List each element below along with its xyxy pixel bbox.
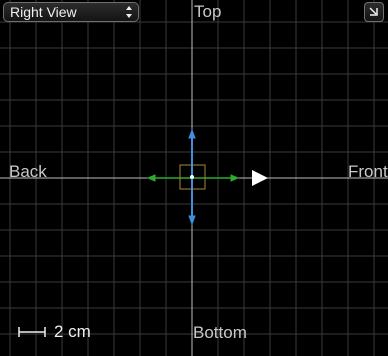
- horizontal-handle-right-arrow[interactable]: [230, 174, 240, 182]
- axis-label-front: Front: [348, 162, 388, 181]
- view-selector[interactable]: Right View: [3, 2, 139, 22]
- maximize-button[interactable]: [364, 2, 384, 22]
- scale-label: 2 cm: [54, 322, 91, 341]
- front-direction-arrow[interactable]: [252, 170, 268, 186]
- axis-label-bottom: Bottom: [193, 323, 247, 342]
- axis-label-back: Back: [9, 162, 47, 181]
- axis-label-top: Top: [194, 2, 222, 21]
- view-selector-value: Right View: [10, 4, 77, 20]
- maximize-icon: [369, 7, 378, 16]
- transform-gizmo[interactable]: [0, 0, 388, 356]
- horizontal-handle-left-arrow[interactable]: [146, 174, 156, 182]
- up-down-arrows-icon: [126, 6, 132, 18]
- vertical-handle-up-arrow[interactable]: [188, 128, 196, 139]
- scale-bar: [18, 327, 46, 337]
- vertical-handle-down-arrow[interactable]: [188, 215, 196, 226]
- right-view-viewport[interactable]: Right View Top Back Front Bottom 2 cm: [0, 0, 388, 356]
- pivot-point[interactable]: [190, 175, 194, 179]
